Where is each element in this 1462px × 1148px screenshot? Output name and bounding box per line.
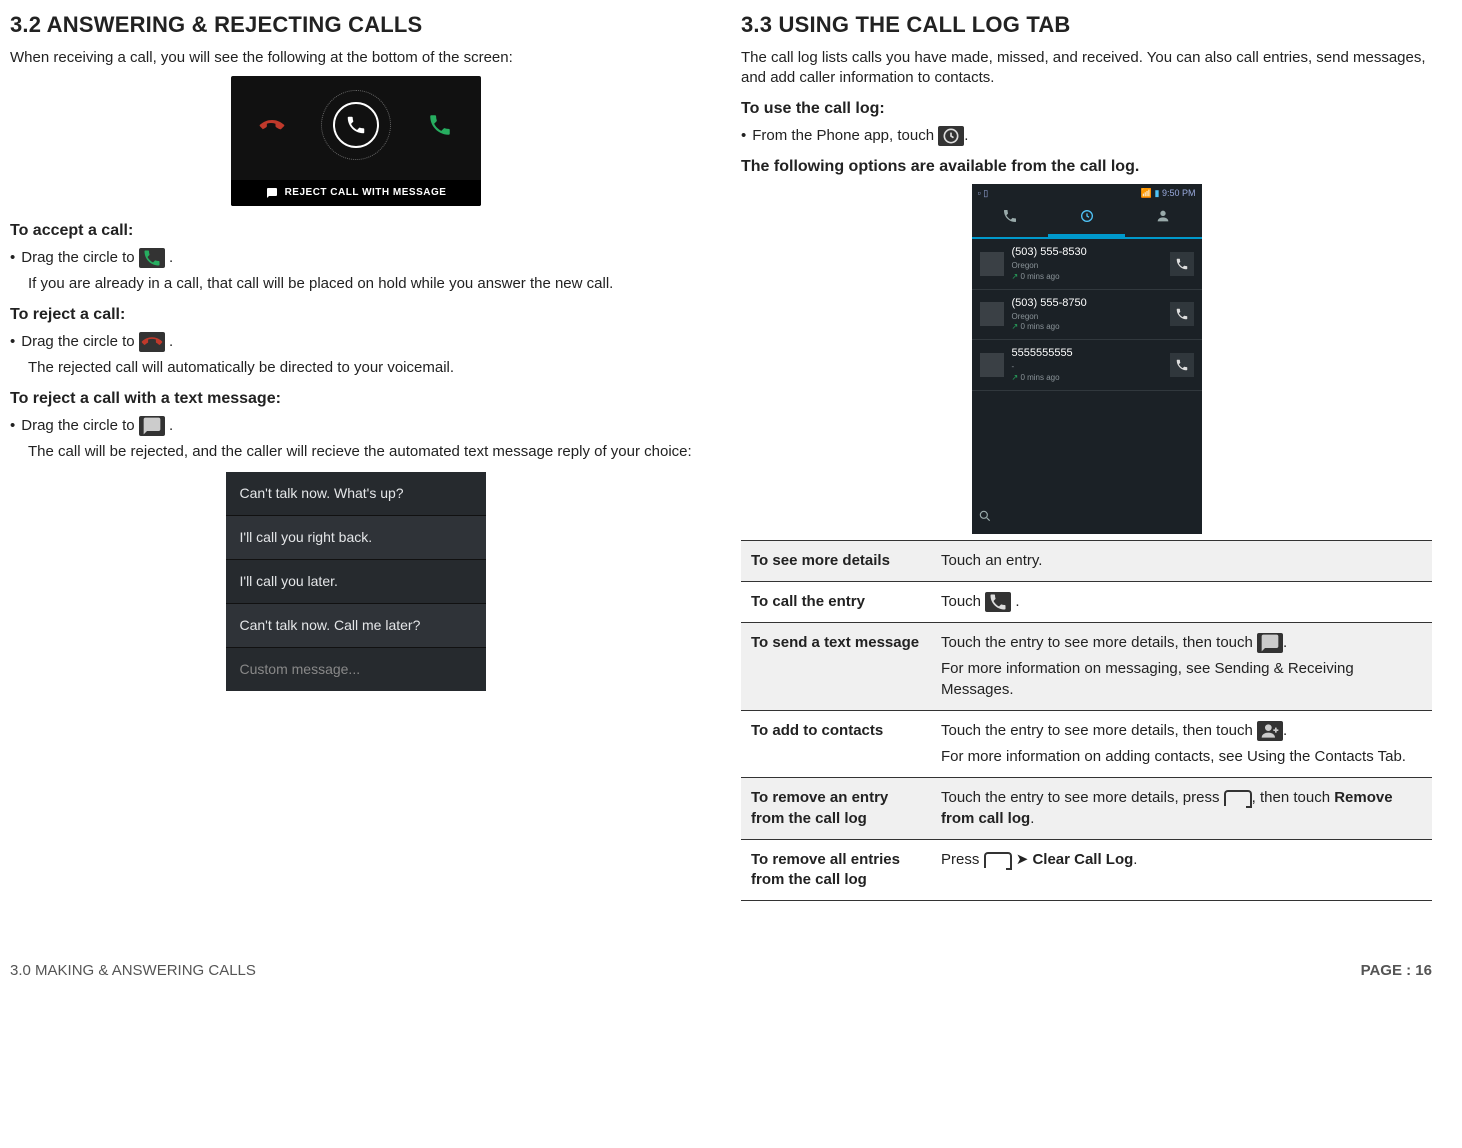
sms-option[interactable]: Can't talk now. Call me later? <box>226 604 486 648</box>
table-row: To remove an entry from the call log Tou… <box>741 778 1432 840</box>
opt-label: To remove all entries from the call log <box>741 839 931 901</box>
opt-label: To call the entry <box>741 581 931 622</box>
tab-call-log[interactable] <box>1048 202 1125 238</box>
heading-3-2: 3.2 ANSWERING & REJECTING CALLS <box>10 10 701 40</box>
sms-option[interactable]: I'll call you right back. <box>226 516 486 560</box>
reject-note: The rejected call will automatically be … <box>28 358 701 378</box>
reject-phone-icon <box>259 112 285 138</box>
sms-option[interactable]: I'll call you later. <box>226 560 486 604</box>
call-back-button[interactable] <box>1170 353 1194 377</box>
opt-label: To remove an entry from the call log <box>741 778 931 840</box>
sms-quick-replies: Can't talk now. What's up? I'll call you… <box>226 472 486 690</box>
add-contact-icon <box>1257 721 1283 741</box>
sms-option-custom[interactable]: Custom message... <box>226 648 486 691</box>
use-log-bullet: From the Phone app, touch . <box>741 126 1432 146</box>
opt-value: Touch the entry to see more details, the… <box>931 623 1432 711</box>
arrow-icon: ➤ <box>1016 850 1029 870</box>
avatar-icon <box>980 353 1004 377</box>
call-log-entry[interactable]: (503) 555-8750 Oregon ↗ 0 mins ago <box>972 290 1202 340</box>
phone-icon <box>985 592 1011 612</box>
answer-ring-icon <box>333 102 379 148</box>
opt-value: Touch the entry to see more details, pre… <box>931 778 1432 840</box>
accept-phone-icon <box>427 112 453 138</box>
tab-dialer[interactable] <box>972 202 1049 238</box>
call-log-entry[interactable]: 5555555555 - ↗ 0 mins ago <box>972 340 1202 390</box>
sms-option[interactable]: Can't talk now. What's up? <box>226 472 486 516</box>
heading-3-3: 3.3 USING THE CALL LOG TAB <box>741 10 1432 40</box>
menu-key-icon <box>1224 790 1252 806</box>
reject-bullet: Drag the circle to . <box>10 332 701 352</box>
reject-bar-text: REJECT CALL WITH MESSAGE <box>285 186 447 200</box>
red-phone-icon <box>139 332 165 352</box>
options-heading: The following options are available from… <box>741 156 1432 178</box>
phone-tabs <box>972 202 1202 240</box>
footer-page: PAGE : 16 <box>1361 961 1432 981</box>
section-3-3: 3.3 USING THE CALL LOG TAB The call log … <box>741 10 1432 901</box>
reject-heading: To reject a call: <box>10 304 701 326</box>
sms-icon <box>265 187 279 199</box>
section-3-2: 3.2 ANSWERING & REJECTING CALLS When rec… <box>10 10 701 901</box>
reject-text-bullet: Drag the circle to . <box>10 416 701 436</box>
call-log-entry[interactable]: (503) 555-8530 Oregon ↗ 0 mins ago <box>972 239 1202 289</box>
footer-section: 3.0 MAKING & ANSWERING CALLS <box>10 961 256 981</box>
table-row: To see more details Touch an entry. <box>741 540 1432 581</box>
opt-value: Touch an entry. <box>931 540 1432 581</box>
accept-bullet: Drag the circle to . <box>10 248 701 268</box>
reject-text-note: The call will be rejected, and the calle… <box>28 442 701 462</box>
table-row: To call the entry Touch . <box>741 581 1432 622</box>
call-back-button[interactable] <box>1170 252 1194 276</box>
status-time: 9:50 PM <box>1162 188 1196 198</box>
call-log-screenshot: ▫ ▯ 📶 ▮ 9:50 PM (503) 555-8530 Oregon ↗ … <box>972 184 1202 534</box>
opt-value: Touch . <box>931 581 1432 622</box>
reject-text-heading: To reject a call with a text message: <box>10 388 701 410</box>
intro-3-3: The call log lists calls you have made, … <box>741 48 1432 89</box>
opt-label: To send a text message <box>741 623 931 711</box>
table-row: To send a text message Touch the entry t… <box>741 623 1432 711</box>
intro-3-2: When receiving a call, you will see the … <box>10 48 701 68</box>
tab-contacts[interactable] <box>1125 202 1202 238</box>
incoming-call-screenshot: REJECT CALL WITH MESSAGE <box>231 76 481 206</box>
opt-label: To add to contacts <box>741 710 931 778</box>
avatar-icon <box>980 252 1004 276</box>
accept-note: If you are already in a call, that call … <box>28 274 701 294</box>
status-left-icons: ▫ ▯ <box>978 187 989 199</box>
opt-value: Press ➤ Clear Call Log. <box>931 839 1432 901</box>
table-row: To remove all entries from the call log … <box>741 839 1432 901</box>
call-log-options-table: To see more details Touch an entry. To c… <box>741 540 1432 902</box>
avatar-icon <box>980 302 1004 326</box>
accept-heading: To accept a call: <box>10 220 701 242</box>
menu-key-icon <box>984 852 1012 868</box>
message-icon <box>1257 633 1283 653</box>
use-log-heading: To use the call log: <box>741 98 1432 120</box>
opt-value: Touch the entry to see more details, the… <box>931 710 1432 778</box>
search-icon[interactable] <box>972 503 1202 534</box>
clock-icon <box>938 126 964 146</box>
page-footer: 3.0 MAKING & ANSWERING CALLS PAGE : 16 <box>10 961 1432 981</box>
call-back-button[interactable] <box>1170 302 1194 326</box>
green-phone-icon <box>139 248 165 268</box>
sms-reply-icon <box>139 416 165 436</box>
table-row: To add to contacts Touch the entry to se… <box>741 710 1432 778</box>
opt-label: To see more details <box>741 540 931 581</box>
